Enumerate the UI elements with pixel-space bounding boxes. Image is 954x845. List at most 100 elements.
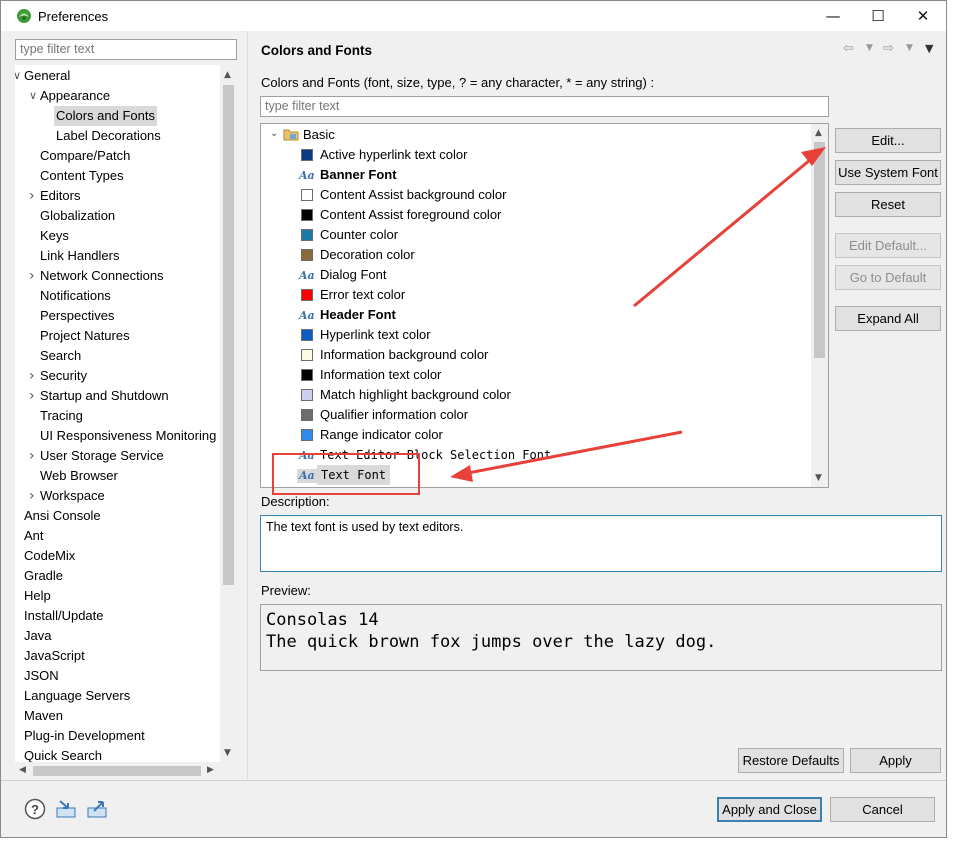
tree-item[interactable]: Ant xyxy=(15,526,220,546)
tree-item-label: Java xyxy=(24,628,52,643)
tree-item[interactable]: Notifications xyxy=(15,286,220,306)
apply-button[interactable]: Apply xyxy=(850,748,941,773)
tree-item-label: Network Connections xyxy=(40,268,164,283)
tree-item[interactable]: ∨ Appearance xyxy=(15,86,220,106)
tree-item[interactable]: Globalization xyxy=(15,206,220,226)
tree-item[interactable]: Colors and Fonts xyxy=(15,106,220,126)
tree-item[interactable]: Plug-in Development xyxy=(15,726,220,746)
colors-filter-input[interactable]: type filter text xyxy=(260,96,829,117)
color-item[interactable]: Counter color xyxy=(320,225,398,245)
color-item[interactable]: Active hyperlink text color xyxy=(320,145,467,165)
tree-item[interactable]: Link Handlers xyxy=(15,246,220,266)
tree-item[interactable]: Keys xyxy=(15,226,220,246)
preview-label: Preview: xyxy=(261,583,311,598)
tree-item[interactable]: Web Browser xyxy=(15,466,220,486)
cancel-button[interactable]: Cancel xyxy=(830,797,935,822)
expand-arrow-icon[interactable]: ⌄ xyxy=(270,128,278,139)
color-item[interactable]: Content Assist background color xyxy=(320,185,506,205)
expanded-arrow-icon[interactable]: ∨ xyxy=(29,86,37,106)
tree-item[interactable]: Install/Update xyxy=(15,606,220,626)
tree-item[interactable]: CodeMix xyxy=(15,546,220,566)
scroll-left-icon[interactable]: ◀ xyxy=(19,765,26,775)
color-item[interactable]: Qualifier information color xyxy=(320,405,468,425)
expand-all-button[interactable]: Expand All xyxy=(835,306,941,331)
color-swatch-icon xyxy=(301,369,313,381)
tree-item[interactable]: Java xyxy=(15,626,220,646)
back-arrow-icon[interactable]: ⇦ xyxy=(843,41,854,56)
left-filter-input[interactable]: type filter text xyxy=(15,39,237,60)
scroll-right-icon[interactable]: ▶ xyxy=(207,765,214,775)
tree-item[interactable]: Search xyxy=(15,346,220,366)
restore-defaults-button[interactable]: Restore Defaults xyxy=(738,748,844,773)
maximize-button[interactable]: ☐ xyxy=(855,1,901,31)
pane-separator[interactable] xyxy=(247,31,248,779)
left-hscroll-thumb[interactable] xyxy=(33,766,201,776)
tree-item[interactable]: JavaScript xyxy=(15,646,220,666)
font-item[interactable]: Dialog Font xyxy=(320,265,386,285)
tree-item[interactable]: › Security xyxy=(15,366,220,386)
color-item[interactable]: Match highlight background color xyxy=(320,385,511,405)
back-dropdown-icon[interactable]: ▼ xyxy=(866,43,873,53)
colors-scroll-down-icon[interactable]: ▼ xyxy=(815,473,822,483)
tree-item[interactable]: Tracing xyxy=(15,406,220,426)
minimize-button[interactable]: — xyxy=(810,1,856,31)
tree-item[interactable]: › User Storage Service xyxy=(15,446,220,466)
font-icon: Aa xyxy=(299,309,315,322)
colors-scroll-up-icon[interactable]: ▲ xyxy=(815,128,822,138)
tree-item[interactable]: UI Responsiveness Monitoring xyxy=(15,426,220,446)
tree-item[interactable]: Ansi Console xyxy=(15,506,220,526)
font-item[interactable]: Header Font xyxy=(320,305,396,325)
tree-item[interactable]: ∨ General xyxy=(15,66,220,86)
tree-item[interactable]: Gradle xyxy=(15,566,220,586)
help-icon[interactable]: ? xyxy=(24,798,46,820)
collapsed-arrow-icon[interactable]: › xyxy=(29,366,35,386)
tree-item[interactable]: › Editors xyxy=(15,186,220,206)
collapsed-arrow-icon[interactable]: › xyxy=(29,266,35,286)
tree-item[interactable]: Maven xyxy=(15,706,220,726)
color-item[interactable]: Error text color xyxy=(320,285,405,305)
colors-scroll-thumb[interactable] xyxy=(814,142,825,358)
edit-button[interactable]: Edit... xyxy=(835,128,941,153)
color-item[interactable]: Decoration color xyxy=(320,245,415,265)
edit-default-button[interactable]: Edit Default... xyxy=(835,233,941,258)
tree-item-label: Perspectives xyxy=(40,308,115,323)
use-system-font-button[interactable]: Use System Font xyxy=(835,160,941,185)
tree-item[interactable]: › Startup and Shutdown xyxy=(15,386,220,406)
category-basic[interactable]: Basic xyxy=(303,125,335,145)
scroll-down-icon[interactable]: ▼ xyxy=(224,748,231,758)
export-icon[interactable] xyxy=(86,798,108,820)
color-item[interactable]: Content Assist foreground color xyxy=(320,205,501,225)
import-icon[interactable] xyxy=(55,798,77,820)
tree-item[interactable]: Perspectives xyxy=(15,306,220,326)
tree-item[interactable]: Language Servers xyxy=(15,686,220,706)
tree-item[interactable]: › Network Connections xyxy=(15,266,220,286)
expanded-arrow-icon[interactable]: ∨ xyxy=(15,66,21,86)
tree-item[interactable]: Label Decorations xyxy=(15,126,220,146)
close-button[interactable]: ✕ xyxy=(900,1,946,31)
collapsed-arrow-icon[interactable]: › xyxy=(29,446,35,466)
left-scroll-thumb[interactable] xyxy=(223,85,234,585)
tree-item[interactable]: › Workspace xyxy=(15,486,220,506)
color-item[interactable]: Range indicator color xyxy=(320,425,443,445)
collapsed-arrow-icon[interactable]: › xyxy=(29,486,35,506)
view-menu-icon[interactable]: ▼ xyxy=(925,42,933,55)
tree-item[interactable]: Quick Search xyxy=(15,746,220,762)
collapsed-arrow-icon[interactable]: › xyxy=(29,186,35,206)
color-item[interactable]: Information background color xyxy=(320,345,488,365)
color-item[interactable]: Hyperlink text color xyxy=(320,325,431,345)
tree-item[interactable]: Help xyxy=(15,586,220,606)
color-item[interactable]: Information text color xyxy=(320,365,441,385)
forward-dropdown-icon[interactable]: ▼ xyxy=(906,43,913,53)
tree-item[interactable]: Compare/Patch xyxy=(15,146,220,166)
scroll-up-icon[interactable]: ▲ xyxy=(224,70,231,80)
go-to-default-button[interactable]: Go to Default xyxy=(835,265,941,290)
svg-text:?: ? xyxy=(31,802,39,817)
tree-item[interactable]: Project Natures xyxy=(15,326,220,346)
reset-button[interactable]: Reset xyxy=(835,192,941,217)
font-item[interactable]: Banner Font xyxy=(320,165,397,185)
collapsed-arrow-icon[interactable]: › xyxy=(29,386,35,406)
tree-item[interactable]: JSON xyxy=(15,666,220,686)
forward-arrow-icon[interactable]: ⇨ xyxy=(883,41,894,56)
apply-and-close-button[interactable]: Apply and Close xyxy=(717,797,822,822)
tree-item[interactable]: Content Types xyxy=(15,166,220,186)
